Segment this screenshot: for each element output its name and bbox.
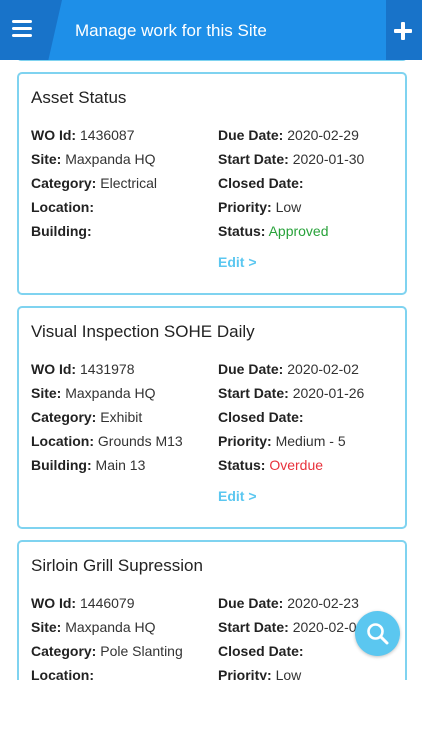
closed-date-field: Closed Date: bbox=[218, 643, 304, 659]
wo-id-field: WO Id: 1436087 bbox=[31, 127, 135, 143]
building-field: Building: Main 13 bbox=[31, 457, 146, 473]
category-field: Category: Pole Slanting bbox=[31, 643, 183, 659]
menu-button[interactable] bbox=[0, 0, 62, 60]
priority-field: Priority: Low bbox=[218, 199, 302, 215]
site-field: Site: Maxpanda HQ bbox=[31, 619, 156, 635]
add-work-order-button[interactable] bbox=[386, 0, 422, 60]
start-date-field: Start Date: 2020-02-03 bbox=[218, 619, 365, 635]
location-field: Location: bbox=[31, 199, 94, 215]
plus-icon bbox=[394, 22, 412, 40]
search-icon bbox=[367, 623, 389, 645]
start-date-field: Start Date: 2020-01-26 bbox=[218, 385, 365, 401]
edit-link[interactable]: Edit > bbox=[218, 488, 257, 504]
due-date-field: Due Date: 2020-02-23 bbox=[218, 595, 359, 611]
edit-link[interactable]: Edit > bbox=[218, 254, 257, 270]
building-field: Building: bbox=[31, 223, 92, 239]
category-field: Category: Electrical bbox=[31, 175, 158, 191]
status-field: Status: Approved bbox=[218, 223, 329, 239]
work-order-card[interactable]: Sirloin Grill Supression WO Id: 1446079 … bbox=[17, 540, 407, 680]
work-order-card[interactable]: Visual Inspection SOHE Daily WO Id: 1431… bbox=[17, 306, 407, 529]
due-date-field: Due Date: 2020-02-29 bbox=[218, 127, 359, 143]
location-field: Location: Grounds M13 bbox=[31, 433, 183, 449]
site-field: Site: Maxpanda HQ bbox=[31, 385, 156, 401]
closed-date-field: Closed Date: bbox=[218, 175, 304, 191]
status-badge: Overdue bbox=[269, 457, 324, 473]
work-order-title: Asset Status bbox=[31, 88, 127, 107]
search-button[interactable] bbox=[355, 611, 400, 656]
wo-id-field: WO Id: 1446079 bbox=[31, 595, 135, 611]
priority-field: Priority: Medium - 5 bbox=[218, 433, 346, 449]
site-field: Site: Maxpanda HQ bbox=[31, 151, 156, 167]
due-date-field: Due Date: 2020-02-02 bbox=[218, 361, 359, 377]
location-field: Location: bbox=[31, 667, 94, 680]
work-order-card[interactable]: Asset Status WO Id: 1436087 Site: Maxpan… bbox=[17, 72, 407, 295]
wo-id-field: WO Id: 1431978 bbox=[31, 361, 135, 377]
header-bar: Manage work for this Site bbox=[0, 0, 422, 60]
start-date-field: Start Date: 2020-01-30 bbox=[218, 151, 365, 167]
work-order-title: Visual Inspection SOHE Daily bbox=[31, 322, 255, 341]
category-field: Category: Exhibit bbox=[31, 409, 143, 425]
priority-field: Priority: Low bbox=[218, 667, 302, 680]
menu-icon bbox=[12, 20, 32, 38]
work-order-title: Sirloin Grill Supression bbox=[31, 556, 203, 575]
status-field: Status: Overdue bbox=[218, 457, 324, 473]
closed-date-field: Closed Date: bbox=[218, 409, 304, 425]
previous-card-edge bbox=[17, 60, 407, 61]
app-screen: Manage work for this Site Asset Status W… bbox=[0, 0, 422, 750]
page-title: Manage work for this Site bbox=[75, 21, 267, 40]
status-badge: Approved bbox=[268, 223, 329, 239]
work-order-list[interactable]: Asset Status WO Id: 1436087 Site: Maxpan… bbox=[0, 60, 422, 680]
